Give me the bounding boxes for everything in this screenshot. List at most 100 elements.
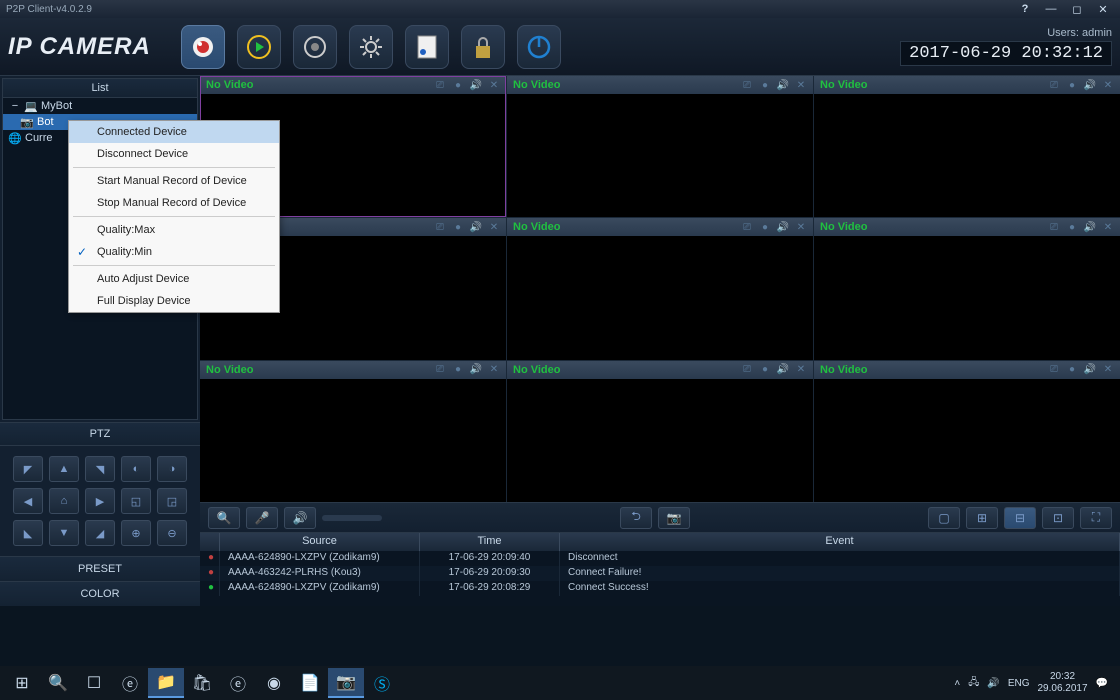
video-cell-6[interactable]: No Video⎚●🔊✕ [814,218,1120,359]
cell-snapshot-icon[interactable]: ⎚ [434,364,446,376]
snapshot-button[interactable]: 📷 [658,507,690,529]
mic-button[interactable]: 🎤 [246,507,278,529]
log-row[interactable]: ● AAAA-463242-PLRHS (Kou3) 17-06-29 20:0… [200,566,1120,581]
volume-button[interactable]: 🔊 [284,507,316,529]
start-button[interactable]: ⊞ [4,668,40,698]
cell-close-icon[interactable]: ✕ [488,221,500,233]
prev-layout-button[interactable]: ⮌ [620,507,652,529]
chrome-icon[interactable]: ◉ [256,668,292,698]
cell-record-icon[interactable]: ● [452,79,464,91]
p2p-client-icon[interactable]: 📷 [328,668,364,698]
cell-record-icon[interactable]: ● [759,364,771,376]
cell-close-icon[interactable]: ✕ [1102,221,1114,233]
cell-audio-icon[interactable]: 🔊 [1084,79,1096,91]
cell-close-icon[interactable]: ✕ [795,79,807,91]
cell-record-icon[interactable]: ● [1066,79,1078,91]
preset-section-button[interactable]: PRESET [0,556,200,581]
explorer-icon[interactable]: 📁 [148,668,184,698]
video-cell-3[interactable]: No Video⎚●🔊✕ [814,76,1120,217]
cell-audio-icon[interactable]: 🔊 [470,79,482,91]
live-view-icon[interactable] [181,25,225,69]
ptz-iris-close[interactable]: ⊖ [157,520,187,546]
cell-audio-icon[interactable]: 🔊 [777,79,789,91]
power-icon[interactable] [517,25,561,69]
cell-snapshot-icon[interactable]: ⎚ [741,364,753,376]
ptz-down-right[interactable]: ◢ [85,520,115,546]
maximize-button[interactable]: ◻ [1066,2,1088,16]
color-section-button[interactable]: COLOR [0,581,200,606]
cell-close-icon[interactable]: ✕ [488,364,500,376]
cell-record-icon[interactable]: ● [1066,221,1078,233]
menu-item[interactable]: Quality:Min✓ [69,241,279,263]
cell-record-icon[interactable]: ● [452,364,464,376]
ptz-focus-near[interactable]: ◱ [121,488,151,514]
edge-icon[interactable]: ⓔ [112,668,148,698]
ptz-iris-open[interactable]: ⊕ [121,520,151,546]
ptz-zoom-out[interactable]: ◑ [157,456,187,482]
layout-1-button[interactable]: ▢ [928,507,960,529]
layout-9-button[interactable]: ⊟ [1004,507,1036,529]
video-cell-7[interactable]: No Video⎚●🔊✕ [200,361,506,502]
close-button[interactable]: ✕ [1092,2,1114,16]
tray-network-icon[interactable]: 🖧 [968,675,979,692]
cell-record-icon[interactable]: ● [759,221,771,233]
search-taskbar-icon[interactable]: 🔍 [40,668,76,698]
menu-item[interactable]: Connected Device [69,121,279,143]
ptz-up-right[interactable]: ◥ [85,456,115,482]
layout-4-button[interactable]: ⊞ [966,507,998,529]
cell-audio-icon[interactable]: 🔊 [777,364,789,376]
log-row[interactable]: ● AAAA-624890-LXZPV (Zodikam9) 17-06-29 … [200,551,1120,566]
help-button[interactable]: ? [1014,2,1036,16]
store-icon[interactable]: 🛍 [184,668,220,698]
tray-lang[interactable]: ENG [1008,678,1030,689]
cell-snapshot-icon[interactable]: ⎚ [1048,364,1060,376]
ptz-focus-far[interactable]: ◲ [157,488,187,514]
video-cell-8[interactable]: No Video⎚●🔊✕ [507,361,813,502]
task-view-icon[interactable]: ☐ [76,668,112,698]
cell-audio-icon[interactable]: 🔊 [1084,364,1096,376]
video-cell-5[interactable]: No Video⎚●🔊✕ [507,218,813,359]
ptz-left[interactable]: ◀ [13,488,43,514]
cell-close-icon[interactable]: ✕ [795,364,807,376]
playback-icon[interactable] [237,25,281,69]
layout-16-button[interactable]: ⊡ [1042,507,1074,529]
ptz-zoom-in[interactable]: ◐ [121,456,151,482]
volume-slider[interactable] [322,515,382,521]
search-button[interactable]: 🔍 [208,507,240,529]
cell-snapshot-icon[interactable]: ⎚ [1048,221,1060,233]
tray-volume-icon[interactable]: 🔊 [987,678,999,689]
notifications-icon[interactable]: 💬 [1096,678,1108,689]
notepad-icon[interactable]: 📄 [292,668,328,698]
cell-audio-icon[interactable]: 🔊 [470,221,482,233]
record-icon[interactable] [293,25,337,69]
taskbar-clock[interactable]: 20:32 29.06.2017 [1037,671,1087,695]
tree-item-mybot[interactable]: − 💻 MyBot [3,98,197,114]
ptz-up[interactable]: ▲ [49,456,79,482]
cell-snapshot-icon[interactable]: ⎚ [1048,79,1060,91]
fullscreen-button[interactable]: ⛶ [1080,507,1112,529]
video-cell-9[interactable]: No Video⎚●🔊✕ [814,361,1120,502]
cell-snapshot-icon[interactable]: ⎚ [434,221,446,233]
menu-item[interactable]: Auto Adjust Device [69,268,279,290]
ptz-down[interactable]: ▼ [49,520,79,546]
cell-audio-icon[interactable]: 🔊 [777,221,789,233]
cell-record-icon[interactable]: ● [1066,364,1078,376]
menu-item[interactable]: Start Manual Record of Device [69,170,279,192]
cell-close-icon[interactable]: ✕ [488,79,500,91]
cell-snapshot-icon[interactable]: ⎚ [741,221,753,233]
tray-up-icon[interactable]: ˄ [954,678,960,689]
menu-item[interactable]: Full Display Device [69,290,279,312]
menu-item[interactable]: Stop Manual Record of Device [69,192,279,214]
menu-item[interactable]: Disconnect Device [69,143,279,165]
ptz-down-left[interactable]: ◣ [13,520,43,546]
cell-close-icon[interactable]: ✕ [795,221,807,233]
cell-record-icon[interactable]: ● [759,79,771,91]
cell-close-icon[interactable]: ✕ [1102,364,1114,376]
menu-item[interactable]: Quality:Max [69,219,279,241]
cell-record-icon[interactable]: ● [452,221,464,233]
cell-snapshot-icon[interactable]: ⎚ [741,79,753,91]
minimize-button[interactable]: — [1040,2,1062,16]
log-icon[interactable] [405,25,449,69]
cell-snapshot-icon[interactable]: ⎚ [434,79,446,91]
cell-audio-icon[interactable]: 🔊 [1084,221,1096,233]
